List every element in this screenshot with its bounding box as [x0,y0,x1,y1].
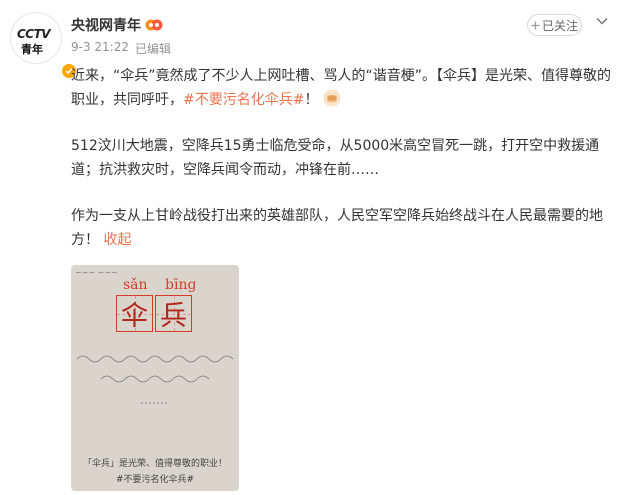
image-bottom-line-1: 「伞兵」是光荣、值得尊敬的职业！ [82,459,227,469]
handwriting-top: ~~~ ~~~ [75,268,118,277]
handwriting-scribble [76,355,234,404]
post-text-1a: 近来，“伞兵”竟然成了不少人上网吐槽、骂人的“谐音梗”。【伞兵】是光荣、值得尊敬… [71,68,612,108]
post-date[interactable]: 9-3 21:22 [71,40,129,57]
topic-link[interactable]: #不要污名化伞兵# [183,92,304,108]
avatar-sub-text: 青年 [21,43,43,56]
avatar-logo-text: CCTV [17,27,51,41]
fist-emoji-icon [323,89,341,107]
post-image[interactable]: ~~~ ~~~ sǎn bīng 伞 兵 「伞兵」是光荣、值得尊敬的职业！ #不… [71,265,239,491]
post-body: 近来，“伞兵”竟然成了不少人上网吐槽、骂人的“谐音梗”。【伞兵】是光荣、值得尊敬… [71,64,611,252]
edited-label: 已编辑 [135,42,172,56]
post-paragraph-1: 近来，“伞兵”竟然成了不少人上网吐槽、骂人的“谐音梗”。【伞兵】是光荣、值得尊敬… [71,64,611,112]
follow-button-label: 已关注 [541,18,578,33]
post-text-3: 作为一支从上甘岭战役打出来的英雄部队，人民空军空降兵始终战斗在人民最需要的地方！ [71,208,603,248]
collapse-link[interactable]: 收起 [103,232,131,248]
plus-icon [531,21,540,29]
follow-button[interactable]: 已关注 [527,14,582,36]
image-char-1: 伞 [121,301,148,332]
chevron-down-icon[interactable] [595,14,609,28]
author-name[interactable]: 央视网青年 [71,15,141,35]
fan-badge-icon[interactable] [145,17,163,33]
post-text-1b: ！ [304,92,319,108]
post-paragraph-3: 作为一支从上甘岭战役打出来的英雄部队，人民空军空降兵始终战斗在人民最需要的地方！… [71,204,611,252]
image-char-box-2: 兵 [155,295,192,332]
image-pinyin-2: bīng [165,277,197,293]
image-pinyin-1: sǎn [123,277,148,293]
image-bottom-line-2: #不要污名化伞兵# [115,475,195,485]
post-paragraph-2: 512汶川大地震，空降兵15勇士临危受命，从5000米高空冒死一跳，打开空中救援… [71,138,600,178]
post-meta: 9-3 21:22 已编辑 [71,40,171,57]
image-char-2: 兵 [160,301,187,332]
author-name-row: 央视网青年 [71,15,163,35]
image-char-box-1: 伞 [116,295,153,332]
avatar[interactable]: CCTV 青年 [10,12,77,79]
